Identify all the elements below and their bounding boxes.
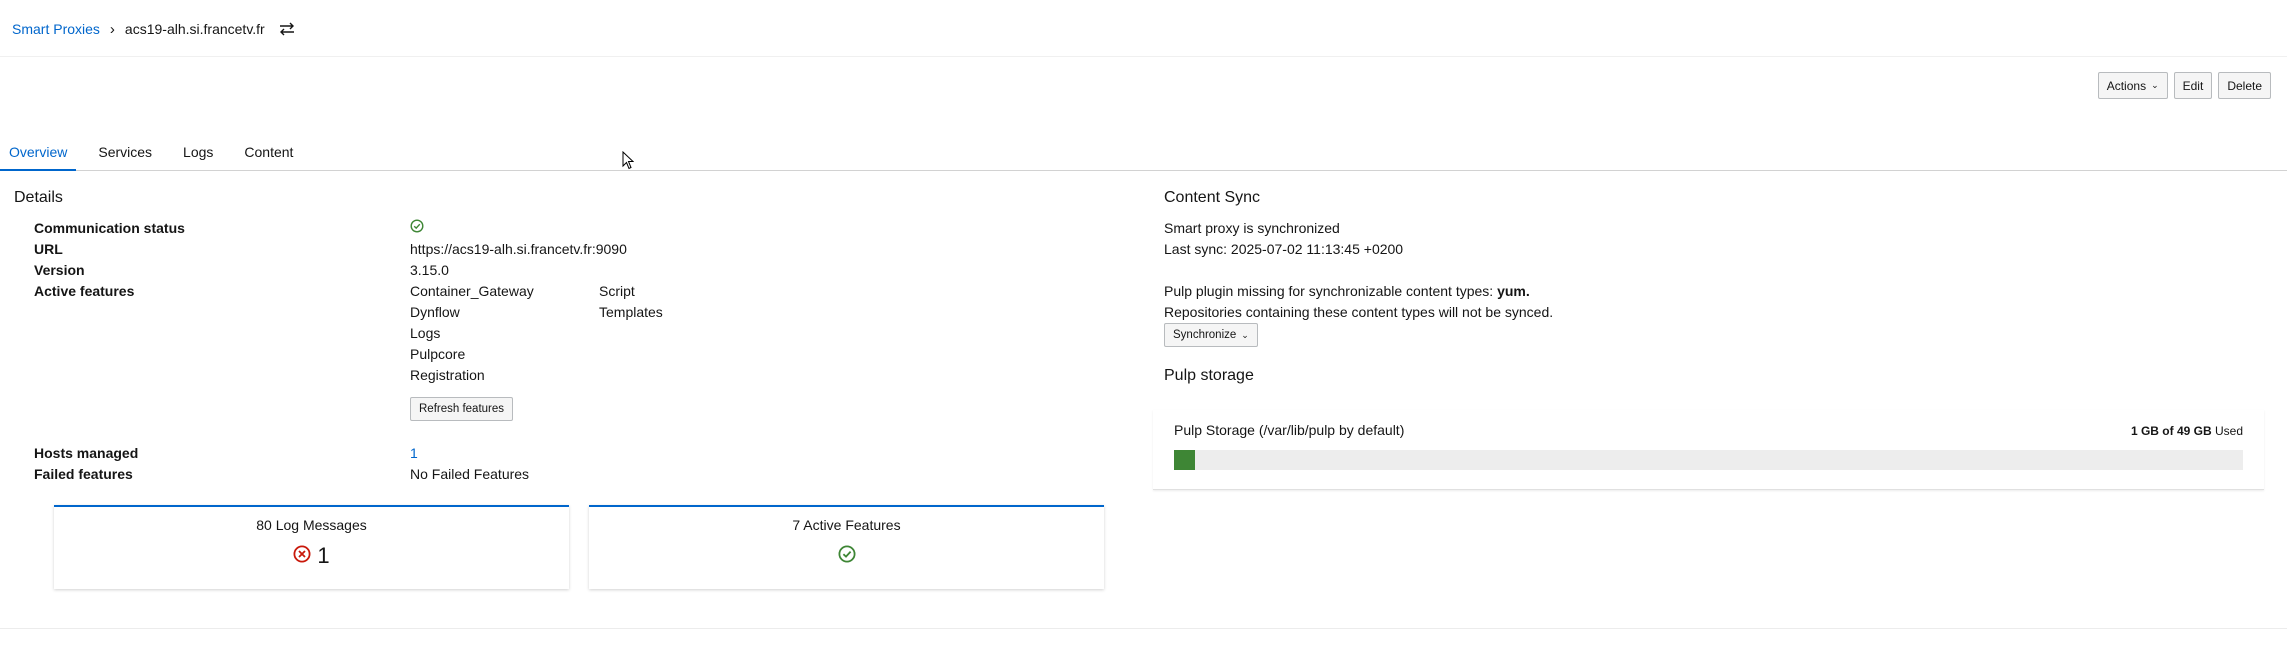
feature-item: Pulpcore bbox=[410, 346, 466, 362]
pulp-storage-title: Pulp storage bbox=[1164, 367, 1254, 384]
feature-item: Templates bbox=[599, 304, 663, 320]
log-messages-body: 1 bbox=[54, 543, 569, 569]
pulp-plugin-missing: Pulp plugin missing for synchronizable c… bbox=[1164, 283, 1530, 299]
active-features-card[interactable]: 7 Active Features bbox=[589, 505, 1104, 589]
communication-status-label: Communication status bbox=[34, 220, 185, 236]
actions-button-label: Actions bbox=[2106, 78, 2147, 93]
feature-item: Dynflow bbox=[410, 304, 460, 320]
breadcrumb: Smart Proxies › acs19-alh.si.francetv.fr bbox=[12, 18, 295, 40]
delete-button[interactable]: Delete bbox=[2218, 72, 2271, 99]
synchronize-dropdown-button[interactable]: Synchronize ⌄ bbox=[1164, 323, 1258, 347]
url-label: URL bbox=[34, 241, 63, 257]
log-messages-title: 80 Log Messages bbox=[256, 517, 367, 533]
error-circle-icon bbox=[293, 543, 311, 569]
exchange-icon[interactable] bbox=[279, 22, 295, 36]
pulp-plugin-missing-prefix: Pulp plugin missing for synchronizable c… bbox=[1164, 283, 1498, 299]
active-features-card-title: 7 Active Features bbox=[792, 517, 901, 533]
pulp-storage-used: 1 GB of 49 GB Used bbox=[2131, 424, 2243, 438]
sync-warning: Repositories containing these content ty… bbox=[1164, 304, 1554, 320]
tab-services[interactable]: Services bbox=[89, 138, 161, 171]
log-messages-card[interactable]: 80 Log Messages 1 bbox=[54, 505, 569, 589]
feature-item: Container_Gateway bbox=[410, 283, 534, 299]
actions-dropdown-button[interactable]: Actions ⌄ bbox=[2097, 72, 2168, 99]
edit-button[interactable]: Edit bbox=[2173, 72, 2213, 99]
tab-content[interactable]: Content bbox=[235, 138, 302, 171]
feature-item: Logs bbox=[410, 325, 441, 341]
toolbar: Actions ⌄ Edit Delete bbox=[2097, 72, 2271, 99]
tab-logs[interactable]: Logs bbox=[174, 138, 222, 171]
breadcrumb-smart-proxies-link[interactable]: Smart Proxies bbox=[12, 21, 100, 37]
pulp-storage-used-amount: 1 GB of 49 GB bbox=[2130, 424, 2212, 438]
active-features-card-body bbox=[589, 543, 1104, 569]
version-value: 3.15.0 bbox=[410, 262, 449, 278]
pulp-storage-panel: Pulp Storage (/var/lib/pulp by default) … bbox=[1153, 410, 2264, 490]
failed-features-label: Failed features bbox=[34, 466, 133, 482]
refresh-features-button[interactable]: Refresh features bbox=[410, 397, 514, 421]
last-sync: Last sync: 2025-07-02 11:13:45 +0200 bbox=[1164, 241, 1404, 257]
check-circle-icon bbox=[838, 543, 856, 569]
url-value: https://acs19-alh.si.francetv.fr:9090 bbox=[410, 241, 627, 257]
pulp-storage-used-suffix: Used bbox=[2214, 424, 2243, 438]
tab-overview[interactable]: Overview bbox=[0, 138, 77, 171]
hosts-managed-label: Hosts managed bbox=[34, 445, 139, 461]
check-circle-icon bbox=[410, 219, 424, 236]
version-label: Version bbox=[34, 262, 85, 278]
breadcrumb-separator-icon: › bbox=[109, 20, 115, 38]
content-sync-title: Content Sync bbox=[1164, 189, 1261, 206]
breadcrumb-current: acs19-alh.si.francetv.fr bbox=[124, 21, 265, 37]
hosts-managed-link[interactable]: 1 bbox=[410, 445, 418, 461]
active-features-label: Active features bbox=[34, 283, 135, 299]
pulp-storage-label: Pulp Storage (/var/lib/pulp by default) bbox=[1174, 422, 1405, 438]
log-error-count: 1 bbox=[317, 543, 330, 568]
missing-content-types: yum. bbox=[1497, 283, 1530, 299]
tab-bar: Overview Services Logs Content bbox=[0, 138, 2287, 171]
feature-item: Registration bbox=[410, 367, 485, 383]
feature-item: Script bbox=[599, 283, 635, 299]
chevron-down-icon: ⌄ bbox=[1241, 329, 1249, 340]
sync-status: Smart proxy is synchronized bbox=[1164, 220, 1340, 236]
pulp-storage-progress-fill bbox=[1174, 450, 1196, 470]
footer-divider bbox=[0, 628, 2287, 629]
chevron-down-icon: ⌄ bbox=[2151, 80, 2159, 90]
failed-features-value: No Failed Features bbox=[410, 466, 530, 482]
details-title: Details bbox=[14, 189, 63, 206]
header-divider bbox=[0, 56, 2287, 57]
synchronize-button-label: Synchronize bbox=[1173, 329, 1237, 341]
pulp-storage-progress-bar bbox=[1174, 450, 2243, 470]
mouse-pointer-icon bbox=[622, 150, 635, 173]
